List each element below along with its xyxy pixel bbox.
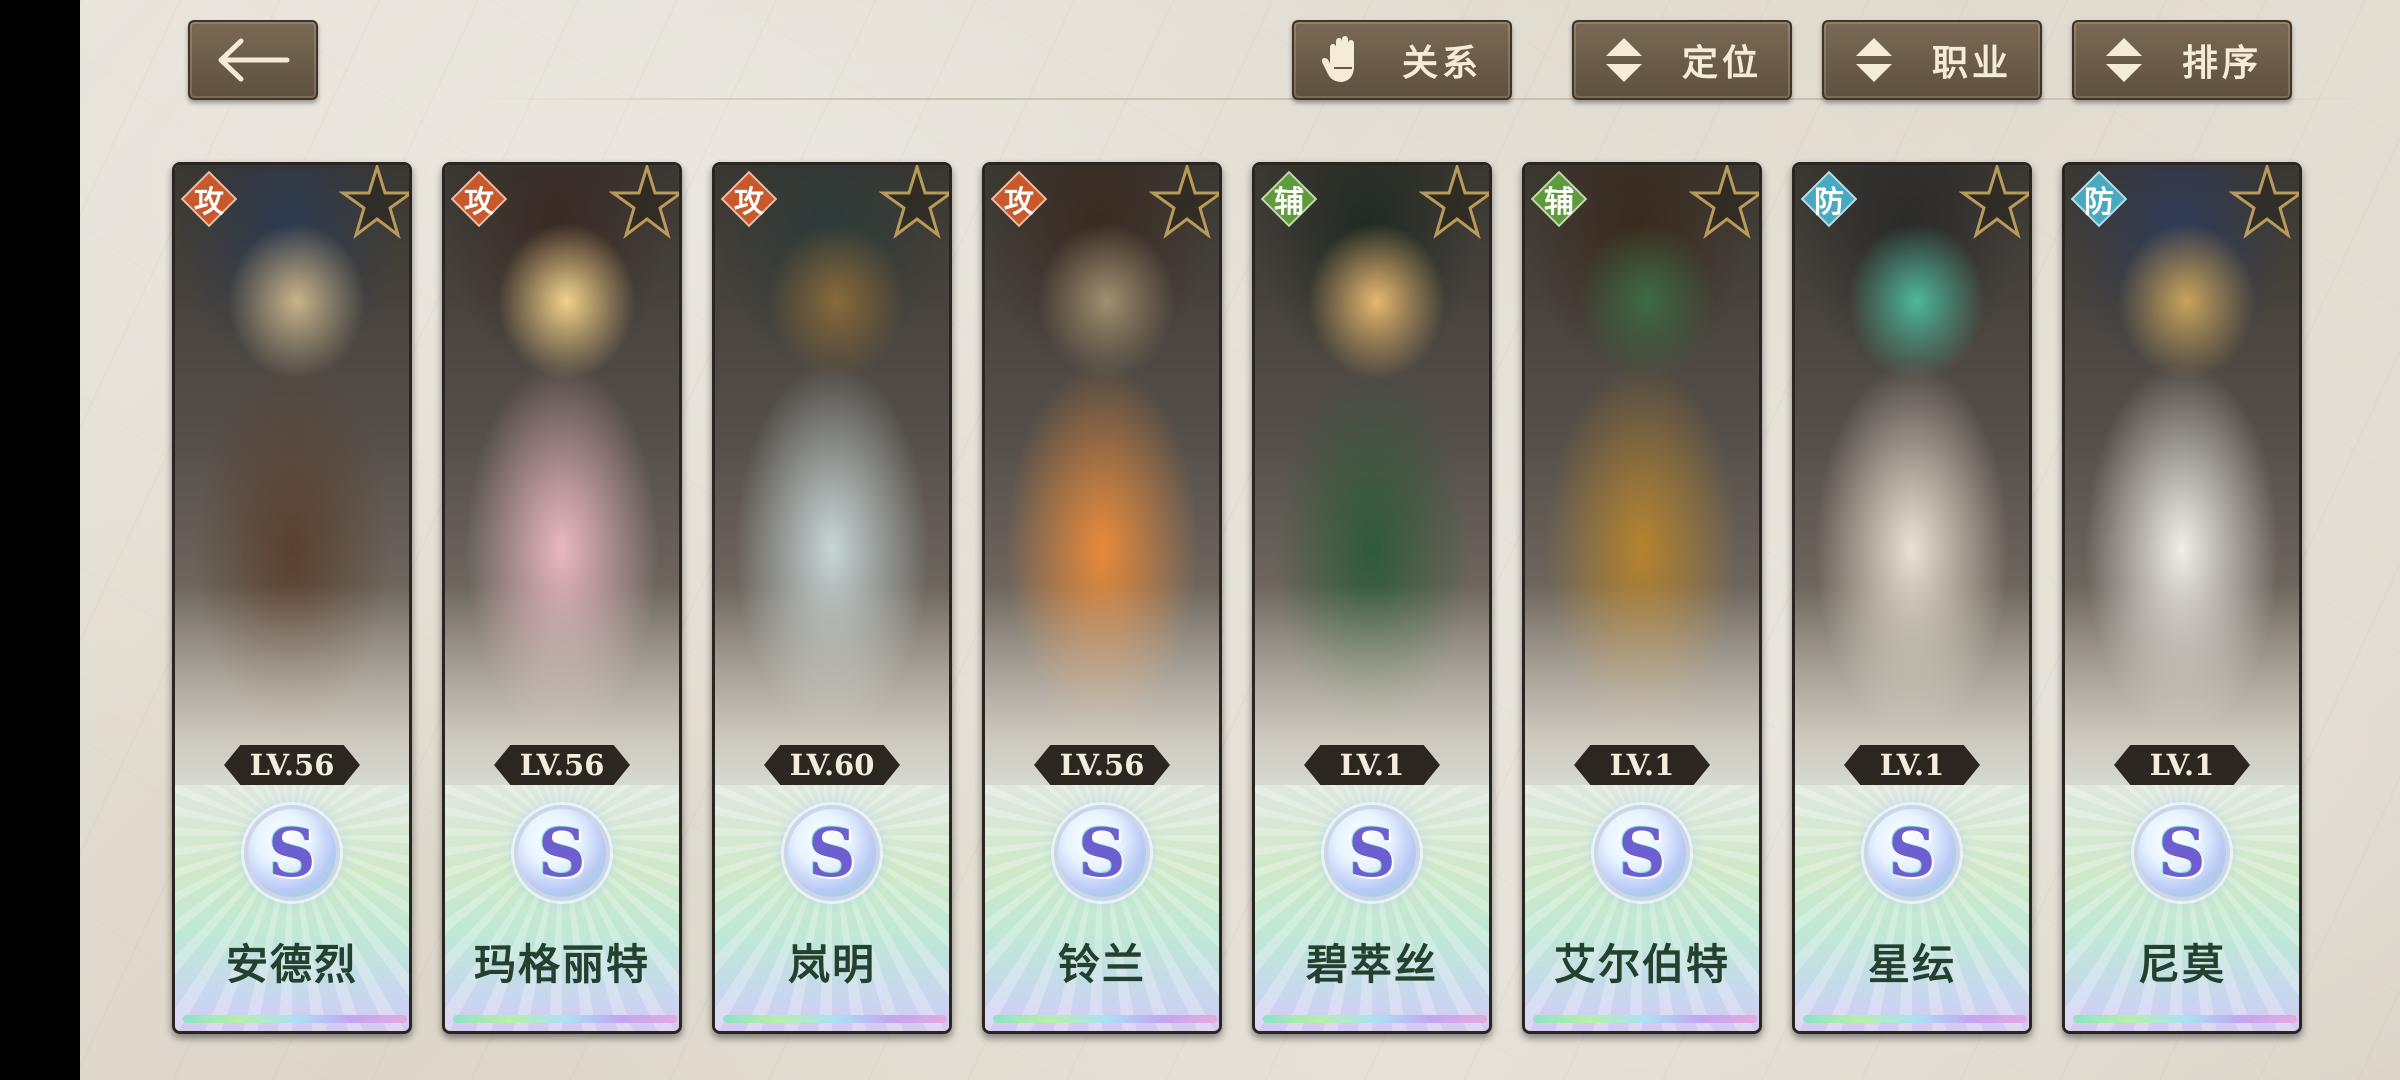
back-arrow-icon <box>218 38 290 82</box>
rarity-bar <box>1533 1015 1757 1023</box>
rank-letter: S <box>1618 814 1666 892</box>
rank-letter: S <box>538 814 586 892</box>
star-icon <box>339 165 409 239</box>
sort-arrows-icon <box>1594 30 1654 90</box>
character-card[interactable]: 辅 LV.1 S 碧萃丝 <box>1252 162 1492 1034</box>
character-name: 玛格丽特 <box>473 940 650 989</box>
role-badge: 攻 <box>990 170 1048 228</box>
role-badge: 防 <box>2070 170 2128 228</box>
relation-filter-button[interactable]: 关系 <box>1292 20 1512 100</box>
rank-letter: S <box>1348 814 1396 892</box>
marble-background <box>80 0 2400 1080</box>
role-badge: 攻 <box>450 170 508 228</box>
glove-icon <box>1314 30 1374 90</box>
role-label: 攻 <box>734 185 764 220</box>
star-icon <box>609 165 679 239</box>
rank-badge: S <box>1054 805 1150 901</box>
role-badge: 攻 <box>180 170 238 228</box>
level-label: LV.56 <box>224 745 360 785</box>
class-filter-button[interactable]: 职业 <box>1822 20 2042 100</box>
star-icon <box>879 165 949 239</box>
star-icon <box>2229 165 2299 239</box>
rarity-bar <box>2073 1015 2297 1023</box>
sort-arrows-icon <box>1844 30 1904 90</box>
character-name: 岚明 <box>787 940 876 989</box>
character-name: 尼莫 <box>2137 940 2226 989</box>
level-label: LV.1 <box>1574 745 1710 785</box>
role-label: 辅 <box>1274 185 1304 220</box>
character-card[interactable]: 防 LV.1 S 尼莫 <box>2062 162 2302 1034</box>
character-card[interactable]: 攻 LV.56 S 安德烈 <box>172 162 412 1034</box>
character-name: 星纭 <box>1867 940 1956 989</box>
rarity-bar <box>993 1015 1217 1023</box>
role-badge: 攻 <box>720 170 778 228</box>
character-card[interactable]: 防 LV.1 S 星纭 <box>1792 162 2032 1034</box>
sort-label: 排序 <box>2181 42 2262 84</box>
star-icon <box>1149 165 1219 239</box>
rank-letter: S <box>2158 814 2206 892</box>
star-icon <box>1419 165 1489 239</box>
role-badge: 防 <box>1800 170 1858 228</box>
level-label: LV.1 <box>1844 745 1980 785</box>
rank-badge: S <box>784 805 880 901</box>
role-label: 攻 <box>194 185 224 220</box>
position-filter-label: 定位 <box>1681 42 1762 84</box>
level-label: LV.56 <box>494 745 630 785</box>
sort-arrows-icon <box>2094 30 2154 90</box>
class-filter-label: 职业 <box>1931 42 2012 84</box>
role-label: 防 <box>2084 185 2114 220</box>
character-card[interactable]: 攻 LV.56 S 玛格丽特 <box>442 162 682 1034</box>
sort-button[interactable]: 排序 <box>2072 20 2292 100</box>
game-screen: 关系 定位 职业 排序 攻 LV.56 S 安德烈 攻 LV.56 S 玛格丽特… <box>80 0 2400 1080</box>
rank-badge: S <box>1324 805 1420 901</box>
role-label: 攻 <box>1004 185 1034 220</box>
role-badge: 辅 <box>1260 170 1318 228</box>
role-label: 攻 <box>464 185 494 220</box>
role-badge: 辅 <box>1530 170 1588 228</box>
rarity-bar <box>1803 1015 2027 1023</box>
level-label: LV.60 <box>764 745 900 785</box>
rarity-bar <box>183 1015 407 1023</box>
level-label: LV.56 <box>1034 745 1170 785</box>
character-name: 碧萃丝 <box>1305 940 1438 989</box>
rank-badge: S <box>1864 805 1960 901</box>
level-label: LV.1 <box>2114 745 2250 785</box>
character-name: 艾尔伯特 <box>1553 940 1730 989</box>
rank-letter: S <box>268 814 316 892</box>
role-label: 防 <box>1814 185 1844 220</box>
relation-filter-label: 关系 <box>1401 42 1482 84</box>
rank-letter: S <box>808 814 856 892</box>
character-card[interactable]: 攻 LV.56 S 铃兰 <box>982 162 1222 1034</box>
rarity-bar <box>1263 1015 1487 1023</box>
rank-badge: S <box>244 805 340 901</box>
rarity-bar <box>453 1015 677 1023</box>
character-name: 铃兰 <box>1057 940 1146 989</box>
rank-letter: S <box>1888 814 1936 892</box>
character-card[interactable]: 攻 LV.60 S 岚明 <box>712 162 952 1034</box>
character-name: 安德烈 <box>225 940 358 989</box>
rank-letter: S <box>1078 814 1126 892</box>
rank-badge: S <box>514 805 610 901</box>
level-label: LV.1 <box>1304 745 1440 785</box>
star-icon <box>1689 165 1759 239</box>
rank-badge: S <box>2134 805 2230 901</box>
character-card[interactable]: 辅 LV.1 S 艾尔伯特 <box>1522 162 1762 1034</box>
role-label: 辅 <box>1544 185 1574 220</box>
position-filter-button[interactable]: 定位 <box>1572 20 1792 100</box>
rarity-bar <box>723 1015 947 1023</box>
star-icon <box>1959 165 2029 239</box>
back-button[interactable] <box>188 20 318 100</box>
rank-badge: S <box>1594 805 1690 901</box>
